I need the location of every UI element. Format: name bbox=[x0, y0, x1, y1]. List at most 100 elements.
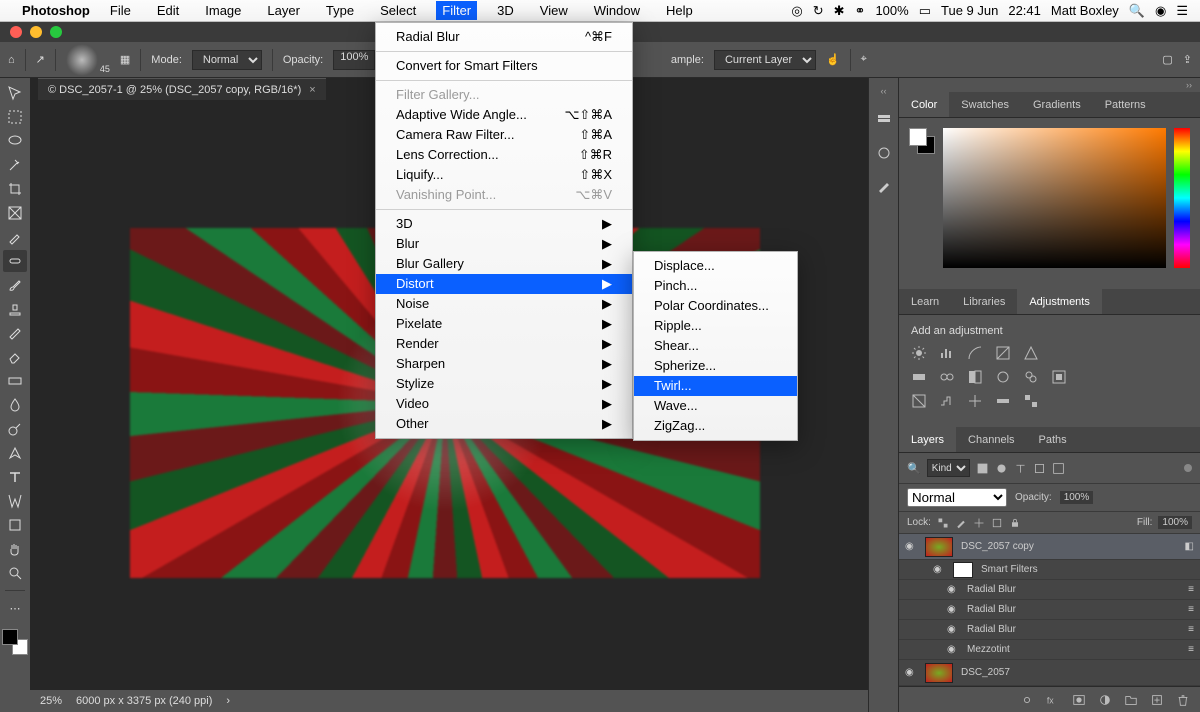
menu-help[interactable]: Help bbox=[660, 1, 699, 20]
tab-learn[interactable]: Learn bbox=[899, 289, 951, 314]
layer-row[interactable]: ◉ Radial Blur ≡ bbox=[899, 580, 1200, 600]
layer-name[interactable]: DSC_2057 copy bbox=[961, 541, 1034, 552]
menu-window[interactable]: Window bbox=[588, 1, 646, 20]
brush-preview[interactable] bbox=[66, 44, 98, 76]
brush-panel-icon[interactable]: ▦ bbox=[120, 53, 130, 66]
brush-tool[interactable] bbox=[3, 274, 27, 296]
filter-render-submenu[interactable]: Render▶ bbox=[376, 334, 632, 354]
colorlookup-icon[interactable] bbox=[1051, 369, 1067, 385]
document-tab[interactable]: © DSC_2057-1 @ 25% (DSC_2057 copy, RGB/1… bbox=[38, 78, 326, 100]
edit-toolbar[interactable]: ⋯ bbox=[3, 597, 27, 619]
brightness-icon[interactable] bbox=[911, 345, 927, 361]
shape-tool[interactable] bbox=[3, 514, 27, 536]
menu-3d[interactable]: 3D bbox=[491, 1, 520, 20]
photofilter-icon[interactable] bbox=[995, 369, 1011, 385]
bluetooth-icon[interactable]: ✱ bbox=[834, 3, 845, 19]
menu-layer[interactable]: Layer bbox=[261, 1, 306, 20]
filter-settings-icon[interactable]: ≡ bbox=[1188, 644, 1194, 655]
visibility-icon[interactable]: ◉ bbox=[947, 644, 959, 655]
layer-row[interactable]: ◉ Mezzotint ≡ bbox=[899, 640, 1200, 660]
lasso-tool[interactable] bbox=[3, 130, 27, 152]
visibility-icon[interactable]: ◉ bbox=[947, 624, 959, 635]
bw-icon[interactable] bbox=[967, 369, 983, 385]
tab-libraries[interactable]: Libraries bbox=[951, 289, 1017, 314]
distort-twirl[interactable]: Twirl... bbox=[634, 376, 797, 396]
type-tool[interactable] bbox=[3, 466, 27, 488]
color-swatch[interactable] bbox=[2, 629, 28, 655]
properties-icon[interactable] bbox=[876, 145, 892, 164]
lock-nest-icon[interactable] bbox=[991, 517, 1003, 529]
visibility-icon[interactable]: ◉ bbox=[947, 604, 959, 615]
layer-name[interactable]: Radial Blur bbox=[967, 624, 1016, 635]
stamp-tool[interactable] bbox=[3, 298, 27, 320]
layer-name[interactable]: Radial Blur bbox=[967, 584, 1016, 595]
new-layer-icon[interactable] bbox=[1150, 693, 1164, 707]
filter-last[interactable]: Radial Blur^⌘F bbox=[376, 27, 632, 47]
visibility-icon[interactable]: ◉ bbox=[947, 584, 959, 595]
distort-displace[interactable]: Displace... bbox=[634, 256, 797, 276]
filter-pixel-icon[interactable] bbox=[976, 462, 989, 475]
vibrance-icon[interactable] bbox=[1023, 345, 1039, 361]
filter-toggle[interactable] bbox=[1184, 464, 1192, 472]
timemachine-icon[interactable]: ↻ bbox=[813, 3, 824, 19]
filter-other-submenu[interactable]: Other▶ bbox=[376, 414, 632, 434]
filter-blur-gallery-submenu[interactable]: Blur Gallery▶ bbox=[376, 254, 632, 274]
curves-icon[interactable] bbox=[967, 345, 983, 361]
menu-select[interactable]: Select bbox=[374, 1, 422, 20]
mode-select[interactable]: Normal bbox=[192, 50, 262, 70]
tab-channels[interactable]: Channels bbox=[956, 427, 1026, 452]
filter-video-submenu[interactable]: Video▶ bbox=[376, 394, 632, 414]
distort-wave[interactable]: Wave... bbox=[634, 396, 797, 416]
posterize-icon[interactable] bbox=[939, 393, 955, 409]
time-label[interactable]: 22:41 bbox=[1008, 3, 1041, 18]
filter-blur-submenu[interactable]: Blur▶ bbox=[376, 234, 632, 254]
lock-paint-icon[interactable] bbox=[955, 517, 967, 529]
layer-thumb[interactable] bbox=[925, 537, 953, 557]
blur-tool[interactable] bbox=[3, 394, 27, 416]
filter-stylize-submenu[interactable]: Stylize▶ bbox=[376, 374, 632, 394]
visibility-icon[interactable]: ◉ bbox=[933, 564, 945, 575]
mask-icon[interactable] bbox=[1072, 693, 1086, 707]
home-icon[interactable]: ⌂ bbox=[8, 54, 15, 66]
filter-noise-submenu[interactable]: Noise▶ bbox=[376, 294, 632, 314]
layer-thumb[interactable] bbox=[925, 663, 953, 683]
filter-shape-icon[interactable] bbox=[1033, 462, 1046, 475]
menu-file[interactable]: File bbox=[104, 1, 137, 20]
tab-color[interactable]: Color bbox=[899, 92, 949, 117]
spotlight-icon[interactable]: 🔍 bbox=[1129, 3, 1145, 19]
path-tool[interactable] bbox=[3, 490, 27, 512]
lock-trans-icon[interactable] bbox=[937, 517, 949, 529]
filter-adaptive-wide[interactable]: Adaptive Wide Angle...⌥⇧⌘A bbox=[376, 105, 632, 125]
cc-icon[interactable]: ◎ bbox=[791, 3, 802, 19]
colorbalance-icon[interactable] bbox=[939, 369, 955, 385]
user-label[interactable]: Matt Boxley bbox=[1051, 3, 1119, 18]
app-name[interactable]: Photoshop bbox=[22, 3, 90, 18]
layer-name[interactable]: DSC_2057 bbox=[961, 667, 1010, 678]
tab-patterns[interactable]: Patterns bbox=[1093, 92, 1158, 117]
layer-filter-kind[interactable]: Kind bbox=[927, 459, 970, 477]
layer-row[interactable]: ◉ DSC_2057 bbox=[899, 660, 1200, 686]
share-icon[interactable]: ↗ bbox=[36, 53, 45, 66]
distort-polar[interactable]: Polar Coordinates... bbox=[634, 296, 797, 316]
filter-distort-submenu[interactable]: Distort▶ bbox=[376, 274, 632, 294]
crop-tool[interactable] bbox=[3, 178, 27, 200]
move-tool[interactable] bbox=[3, 82, 27, 104]
visibility-icon[interactable]: ◉ bbox=[905, 667, 917, 678]
date-label[interactable]: Tue 9 Jun bbox=[941, 3, 998, 18]
brushes-icon[interactable] bbox=[876, 178, 892, 197]
eraser-tool[interactable] bbox=[3, 346, 27, 368]
menu-image[interactable]: Image bbox=[199, 1, 247, 20]
link-icon[interactable] bbox=[1020, 693, 1034, 707]
tab-adjustments[interactable]: Adjustments bbox=[1017, 289, 1102, 314]
fx-icon[interactable]: fx bbox=[1046, 693, 1060, 707]
collapse-toggle[interactable]: ‹‹ bbox=[881, 84, 887, 98]
lock-all-icon[interactable] bbox=[1009, 517, 1021, 529]
filter-liquify[interactable]: Liquify...⇧⌘X bbox=[376, 165, 632, 185]
pen-tool[interactable] bbox=[3, 442, 27, 464]
menu-type[interactable]: Type bbox=[320, 1, 360, 20]
distort-zigzag[interactable]: ZigZag... bbox=[634, 416, 797, 436]
filter-convert-smart[interactable]: Convert for Smart Filters bbox=[376, 56, 632, 76]
lock-pos-icon[interactable] bbox=[973, 517, 985, 529]
distort-shear[interactable]: Shear... bbox=[634, 336, 797, 356]
threshold-icon[interactable] bbox=[967, 393, 983, 409]
